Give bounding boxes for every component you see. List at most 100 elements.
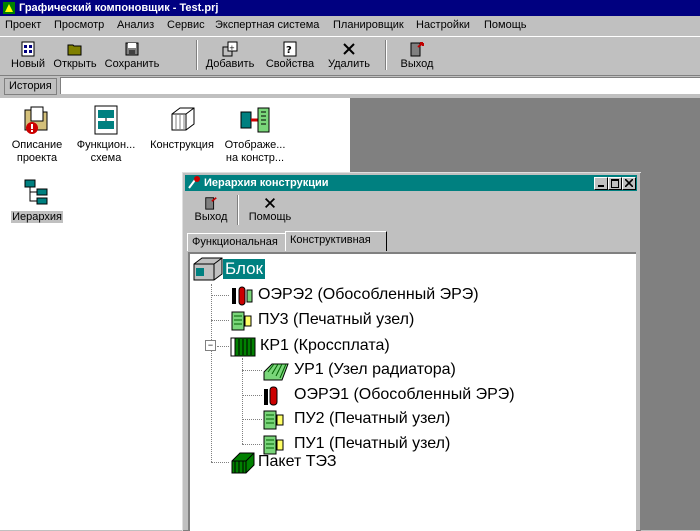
item-functional-scheme[interactable]: Функцион... схема bbox=[74, 104, 138, 165]
tree-node-oere1[interactable]: ОЭРЭ1 (Обособленный ЭРЭ) bbox=[294, 385, 515, 405]
tree-connector bbox=[242, 419, 262, 420]
new-button[interactable]: Новый bbox=[8, 39, 48, 73]
tree-node-pu3[interactable]: ПУ3 (Печатный узел) bbox=[258, 310, 414, 330]
history-label: История bbox=[4, 78, 57, 95]
functional-scheme-icon bbox=[94, 105, 118, 135]
save-label: Сохранить bbox=[104, 58, 160, 70]
svg-text:+: + bbox=[229, 44, 235, 52]
add-button[interactable]: + Добавить bbox=[203, 39, 257, 73]
app-title: Графический компоновщик - Test.prj bbox=[19, 2, 219, 14]
pcb-icon bbox=[263, 410, 284, 430]
main-toolbar: Новый Открыть Сохранить + Добавить ? Сво… bbox=[0, 36, 700, 76]
history-bar: История bbox=[0, 76, 700, 96]
hierarchy-help-label: Помощь bbox=[248, 211, 292, 223]
toolbar-separator bbox=[196, 40, 198, 70]
tree-node-pu2[interactable]: ПУ2 (Печатный узел) bbox=[294, 409, 450, 429]
svg-text:?: ? bbox=[286, 45, 292, 56]
exit-label: Выход bbox=[400, 58, 434, 70]
folder-open-icon bbox=[67, 44, 82, 56]
construction-tree: Блок ОЭРЭ2 (Обособленный ЭРЭ) ПУ3 (Печат… bbox=[188, 252, 636, 531]
tree-node-tez-package[interactable]: Пакет ТЭЗ bbox=[258, 452, 336, 472]
hierarchy-window-icon bbox=[188, 176, 200, 189]
hierarchy-window: Иерархия конструкции Выход Помощь Функци… bbox=[182, 172, 641, 531]
exit-door-icon bbox=[410, 42, 424, 57]
open-button[interactable]: Открыть bbox=[52, 39, 98, 73]
tree-connector bbox=[217, 346, 229, 347]
minimize-button[interactable] bbox=[594, 177, 608, 190]
item-label: Описание проекта bbox=[11, 139, 63, 164]
item-construction[interactable]: Конструкция bbox=[148, 104, 216, 152]
properties-button[interactable]: ? Свойства bbox=[264, 39, 316, 73]
tree-node-root[interactable]: Блок bbox=[223, 259, 265, 279]
tree-connector bbox=[211, 284, 212, 462]
project-description-icon bbox=[24, 106, 48, 134]
tree-node-oere2[interactable]: ОЭРЭ2 (Обособленный ЭРЭ) bbox=[258, 285, 479, 305]
delete-x-icon bbox=[343, 43, 355, 55]
collapse-toggle[interactable]: − bbox=[205, 340, 216, 351]
hierarchy-exit-label: Выход bbox=[194, 211, 228, 223]
menu-settings[interactable]: Настройки bbox=[416, 19, 470, 31]
properties-label: Свойства bbox=[265, 58, 315, 70]
menu-planner[interactable]: Планировщик bbox=[333, 19, 404, 31]
menu-expert[interactable]: Экспертная система bbox=[215, 19, 319, 31]
block-icon bbox=[193, 257, 223, 281]
item-label: Отображе... на констр... bbox=[224, 139, 286, 164]
new-icon bbox=[21, 41, 35, 57]
item-label: Иерархия bbox=[11, 211, 63, 223]
discrete-element-icon bbox=[264, 386, 278, 406]
hierarchy-tabs: Функциональная Конструктивная bbox=[187, 231, 627, 251]
item-hierarchy[interactable]: Иерархия bbox=[10, 176, 64, 224]
tree-connector bbox=[211, 295, 229, 296]
app-icon bbox=[3, 2, 15, 14]
mapping-icon bbox=[240, 107, 270, 133]
radiator-icon bbox=[263, 363, 289, 381]
hierarchy-help-button[interactable]: Помощь bbox=[247, 193, 293, 227]
hierarchy-exit-button[interactable]: Выход bbox=[193, 193, 229, 227]
card-package-icon bbox=[231, 452, 255, 474]
menu-service[interactable]: Сервис bbox=[167, 19, 205, 31]
toolbar-separator bbox=[237, 195, 239, 225]
hierarchy-window-title-bar[interactable]: Иерархия конструкции bbox=[185, 175, 637, 191]
tree-node-kr1[interactable]: КР1 (Кроссплата) bbox=[260, 336, 390, 356]
toolbar-separator bbox=[385, 40, 387, 70]
save-button[interactable]: Сохранить bbox=[104, 39, 160, 73]
hierarchy-toolbar: Выход Помощь bbox=[185, 193, 637, 229]
exit-button[interactable]: Выход bbox=[398, 39, 436, 73]
menu-bar: Проект Просмотр Анализ Сервис Экспертная… bbox=[0, 16, 700, 35]
tree-connector bbox=[211, 462, 229, 463]
discrete-element-icon bbox=[232, 286, 253, 306]
tree-connector bbox=[242, 370, 262, 371]
item-mapping[interactable]: Отображе... на констр... bbox=[222, 104, 288, 165]
add-label: Добавить bbox=[205, 58, 255, 70]
backplane-icon bbox=[230, 337, 256, 357]
properties-icon: ? bbox=[283, 41, 297, 57]
menu-help[interactable]: Помощь bbox=[484, 19, 527, 31]
menu-project[interactable]: Проект bbox=[5, 19, 41, 31]
delete-label: Удалить bbox=[328, 58, 370, 70]
menu-view[interactable]: Просмотр bbox=[54, 19, 104, 31]
floppy-disk-icon bbox=[125, 42, 139, 56]
tree-node-pu1[interactable]: ПУ1 (Печатный узел) bbox=[294, 434, 450, 454]
item-label: Функцион... схема bbox=[76, 139, 136, 164]
item-project-description[interactable]: Описание проекта bbox=[8, 104, 66, 165]
delete-button[interactable]: Удалить bbox=[326, 39, 372, 73]
new-label: Новый bbox=[11, 58, 45, 70]
hierarchy-icon bbox=[24, 179, 48, 205]
close-icon bbox=[625, 179, 633, 187]
close-button[interactable] bbox=[622, 177, 636, 190]
construction-icon bbox=[171, 107, 195, 131]
open-label: Открыть bbox=[53, 58, 97, 70]
tab-constructive[interactable]: Конструктивная bbox=[285, 231, 387, 251]
add-icon: + bbox=[222, 41, 238, 57]
menu-analysis[interactable]: Анализ bbox=[117, 19, 154, 31]
pcb-icon bbox=[231, 311, 252, 331]
tab-functional[interactable]: Функциональная bbox=[187, 233, 289, 251]
tree-node-ur1[interactable]: УР1 (Узел радиатора) bbox=[294, 360, 456, 380]
maximize-button[interactable] bbox=[608, 177, 622, 190]
history-field[interactable] bbox=[60, 77, 700, 94]
hierarchy-window-title: Иерархия конструкции bbox=[204, 177, 329, 189]
tree-connector bbox=[211, 320, 229, 321]
exit-door-icon bbox=[205, 197, 217, 210]
help-x-icon bbox=[265, 198, 275, 208]
tree-connector bbox=[242, 444, 262, 445]
